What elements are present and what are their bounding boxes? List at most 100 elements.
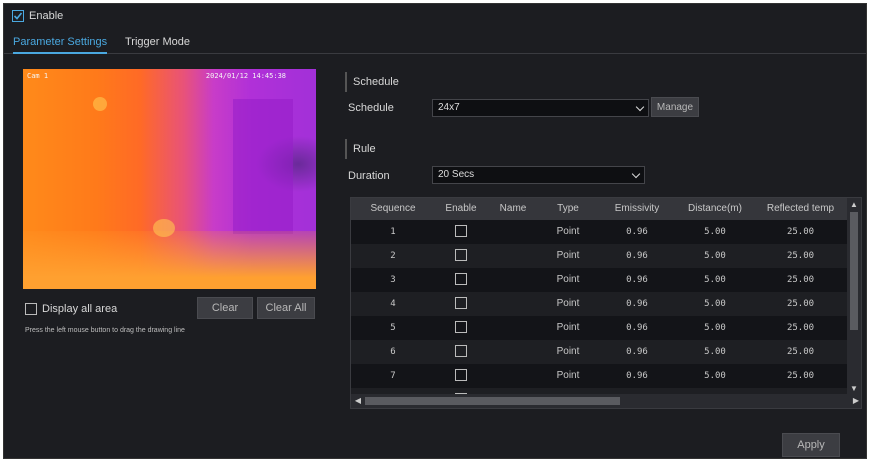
preview-hotspot [93,97,107,111]
row-emissivity: 0.96 [626,251,648,261]
row-emissivity: 0.96 [626,275,648,285]
row-sequence: 7 [390,371,396,381]
row-enable [435,364,487,388]
preview-floor-region [23,231,316,289]
table-row[interactable]: 7 Point 0.96 5.00 25.00 [351,364,848,388]
enable-checkbox[interactable] [12,10,24,22]
row-reflected-temp: 25.00 [786,227,815,237]
schedule-select[interactable]: 24x7 [432,99,649,117]
schedule-value: 24x7 [438,102,460,113]
rule-table: Sequence Enable Name Type Emissivity Distance… [350,197,862,409]
row-reflected-temp: 25.00 [786,371,815,381]
row-enable [435,220,487,244]
preview-hotspot [153,219,175,237]
drawing-hint: Press the left mouse button to drag the … [25,327,185,334]
horizontal-scroll-thumb[interactable] [365,397,620,405]
column-header: Reflected temp [766,203,835,214]
column-header: Type [557,203,579,214]
chevron-down-icon [631,169,641,179]
row-name [487,268,539,292]
row-name [487,220,539,244]
row-emissivity: 0.96 [626,323,648,333]
row-name [487,244,539,268]
schedule-section-title: Schedule [345,72,399,92]
column-header: Distance(m) [688,203,742,214]
row-type: Point [556,346,580,357]
row-distance: 5.00 [704,371,726,381]
display-all-label: Display all area [42,303,118,315]
column-header: Emissivity [614,203,660,214]
scroll-right-icon[interactable]: ▶ [849,394,861,408]
row-sequence: 1 [390,227,396,237]
row-type: Point [556,250,580,261]
row-type: Point [556,226,580,237]
table-body: 1 Point 0.96 5.00 25.00 2 Point 0.96 5.00 25.00 3 P… [351,220,848,396]
table-row[interactable]: 2 Point 0.96 5.00 25.00 [351,244,848,268]
row-enable-checkbox[interactable] [455,249,467,262]
row-type: Point [556,274,580,285]
apply-button[interactable]: Apply [782,433,840,457]
table-row[interactable]: 1 Point 0.96 5.00 25.00 [351,220,848,244]
row-reflected-temp: 25.00 [786,251,815,261]
row-enable-checkbox[interactable] [455,369,467,382]
vertical-scroll-thumb[interactable] [850,212,858,330]
column-header: Name [499,203,527,214]
row-emissivity: 0.96 [626,227,648,237]
row-name [487,364,539,388]
clear-button[interactable]: Clear [197,297,253,319]
duration-value: 20 Secs [438,169,475,180]
manage-button[interactable]: Manage [651,97,699,117]
row-sequence: 5 [390,323,396,333]
table-row[interactable]: 6 Point 0.96 5.00 25.00 [351,340,848,364]
row-name [487,340,539,364]
row-enable [435,292,487,316]
row-emissivity: 0.96 [626,371,648,381]
row-enable [435,244,487,268]
row-enable-checkbox[interactable] [455,321,467,334]
scroll-left-icon[interactable]: ◀ [351,394,365,408]
display-all-area-toggle[interactable]: Display all area [25,303,117,315]
row-enable-checkbox[interactable] [455,225,467,238]
row-type: Point [556,298,580,309]
table-row[interactable]: 5 Point 0.96 5.00 25.00 [351,316,848,340]
checkmark-icon [13,12,23,20]
row-reflected-temp: 25.00 [786,347,815,357]
tab-trigger-mode[interactable]: Trigger Mode [125,36,190,48]
display-all-checkbox[interactable] [25,303,37,315]
table-row[interactable]: 4 Point 0.96 5.00 25.00 [351,292,848,316]
duration-select[interactable]: 20 Secs [432,166,645,184]
row-reflected-temp: 25.00 [786,275,815,285]
column-header: Enable [445,203,477,214]
row-distance: 5.00 [704,299,726,309]
osd-timestamp: 2024/01/12 14:45:38 [205,72,286,80]
clear-all-button[interactable]: Clear All [257,297,315,319]
row-enable-checkbox[interactable] [455,345,467,358]
row-reflected-temp: 25.00 [786,299,815,309]
osd-camera-name: Cam 1 [27,72,49,80]
schedule-label: Schedule [348,102,394,114]
row-emissivity: 0.96 [626,299,648,309]
enable-toggle[interactable]: Enable [12,10,63,22]
vertical-scrollbar[interactable]: ▲ ▼ [847,198,861,396]
row-type: Point [556,370,580,381]
preview-door-region [233,99,293,234]
row-enable-checkbox[interactable] [455,297,467,310]
row-sequence: 2 [390,251,396,261]
row-type: Point [556,322,580,333]
table-row[interactable]: 3 Point 0.96 5.00 25.00 [351,268,848,292]
row-enable-checkbox[interactable] [455,273,467,286]
settings-panel: Enable Parameter Settings Trigger Mode C… [3,3,867,459]
row-distance: 5.00 [704,323,726,333]
tab-parameter-settings[interactable]: Parameter Settings [13,36,108,54]
horizontal-scrollbar[interactable]: ◀ ▶ [351,394,861,408]
row-distance: 5.00 [704,227,726,237]
duration-label: Duration [348,170,390,182]
thermal-preview[interactable]: Cam 1 2024/01/12 14:45:38 [23,69,316,289]
table-header: Sequence Enable Name Type Emissivity Distance… [351,198,848,220]
row-distance: 5.00 [704,275,726,285]
row-sequence: 3 [390,275,396,285]
row-emissivity: 0.96 [626,347,648,357]
row-enable [435,268,487,292]
scroll-up-icon[interactable]: ▲ [847,198,861,212]
chevron-down-icon [635,102,645,112]
